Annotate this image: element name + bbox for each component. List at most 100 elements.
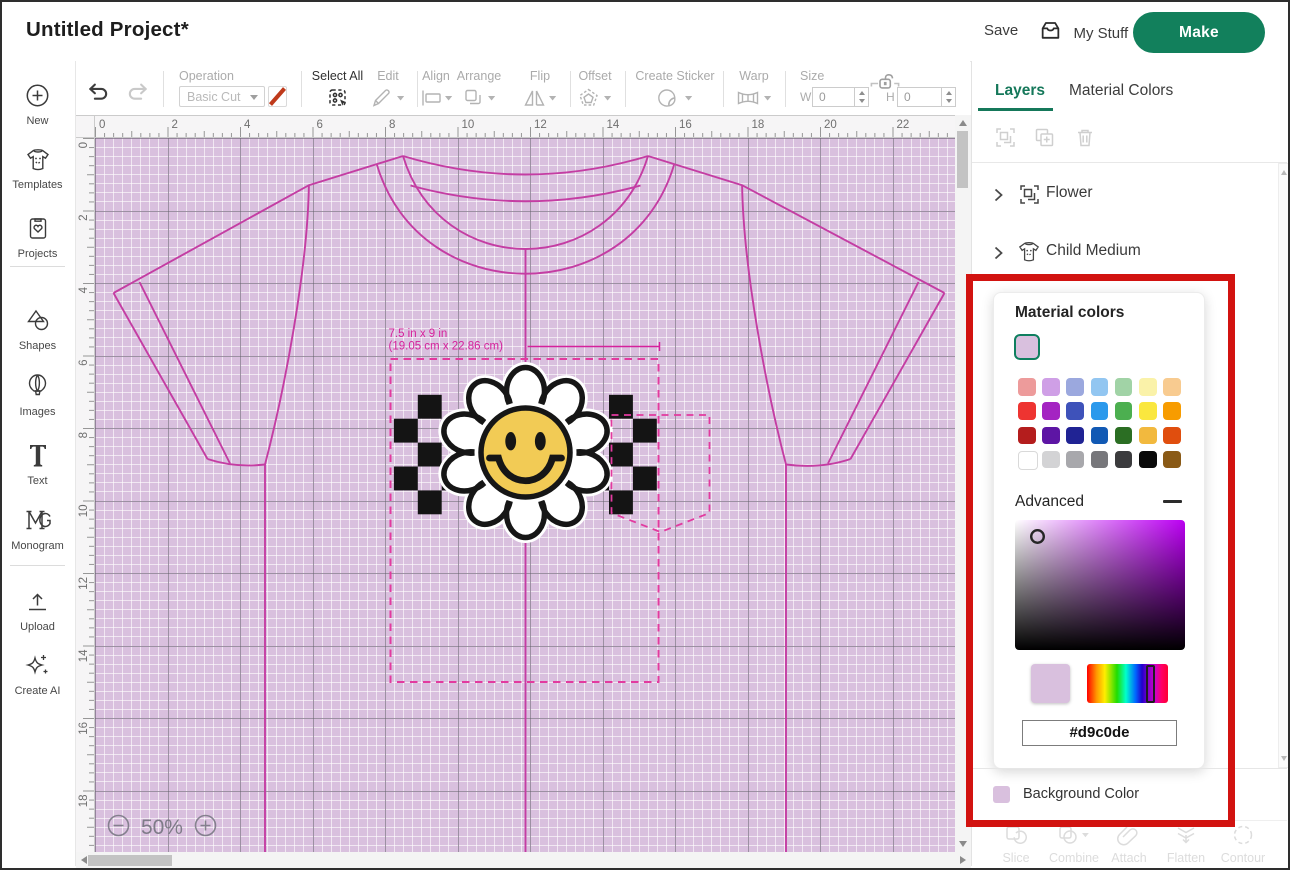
slice-label: Slice bbox=[995, 851, 1037, 865]
images-icon bbox=[26, 386, 49, 403]
select-all-button[interactable]: Select All bbox=[308, 69, 367, 113]
height-stepper-arrows[interactable] bbox=[941, 88, 955, 106]
flip-button[interactable]: Flip bbox=[521, 69, 559, 113]
header: Untitled Project* Save My Stuff Make bbox=[0, 0, 1286, 60]
expand-chevron-icon[interactable] bbox=[994, 188, 1003, 202]
operation-select[interactable]: Basic Cut bbox=[179, 86, 265, 107]
hscroll-right-arrow[interactable] bbox=[960, 856, 966, 864]
vscroll-thumb[interactable] bbox=[957, 131, 968, 188]
attach-button[interactable]: Attach bbox=[1106, 824, 1152, 865]
sidebar-item-projects[interactable]: Projects bbox=[0, 216, 75, 260]
redo-button[interactable] bbox=[126, 83, 148, 106]
panel-scroll-up-arrow[interactable] bbox=[1281, 170, 1287, 175]
layer-group-button[interactable] bbox=[995, 127, 1016, 153]
contour-icon bbox=[1231, 824, 1255, 846]
sidebar-item-label: Text bbox=[0, 475, 75, 487]
layer-name: Child Medium bbox=[1046, 242, 1141, 260]
ruler-number: 8 bbox=[78, 432, 90, 438]
ruler-number: 18 bbox=[78, 795, 90, 808]
ruler-number: 20 bbox=[824, 119, 837, 131]
arrange-icon bbox=[450, 88, 508, 113]
selection-dimensions-line2: (19.05 cm x 22.86 cm) bbox=[388, 341, 503, 353]
templates-icon bbox=[25, 159, 51, 176]
ruler-corner bbox=[76, 115, 95, 138]
slice-icon bbox=[1004, 824, 1028, 846]
toolbar-separator-7 bbox=[785, 71, 786, 107]
vscroll-down-arrow[interactable] bbox=[959, 841, 967, 847]
flip-icon bbox=[521, 88, 559, 113]
canvas-grid[interactable]: 7.5 in x 9 in (19.05 cm x 22.86 cm) 50% bbox=[95, 138, 955, 852]
hscroll-thumb[interactable] bbox=[88, 855, 172, 866]
combine-button[interactable]: Combine bbox=[1048, 824, 1100, 865]
slice-button[interactable]: Slice bbox=[995, 824, 1037, 865]
sidebar-item-upload[interactable]: Upload bbox=[0, 589, 75, 633]
sidebar-item-label: Monogram bbox=[0, 540, 75, 552]
upload-icon bbox=[25, 601, 50, 618]
ruler-number: 0 bbox=[78, 142, 90, 148]
hscroll-left-arrow[interactable] bbox=[81, 856, 87, 864]
width-stepper[interactable]: 0 bbox=[812, 87, 869, 107]
panel-scrollbar[interactable] bbox=[1278, 163, 1289, 768]
project-title[interactable]: Untitled Project* bbox=[26, 18, 189, 42]
ruler-number: 14 bbox=[606, 119, 619, 131]
expand-chevron-icon[interactable] bbox=[994, 246, 1003, 260]
toolbar-separator-2 bbox=[301, 71, 302, 107]
panel-scroll-down-arrow[interactable] bbox=[1281, 756, 1287, 761]
layer-delete-button[interactable] bbox=[1075, 127, 1095, 153]
sidebar-item-monogram[interactable]: Monogram bbox=[0, 507, 75, 552]
my-stuff-label: My Stuff bbox=[1073, 25, 1128, 42]
ruler-number: 8 bbox=[389, 119, 395, 131]
flatten-button[interactable]: Flatten bbox=[1162, 824, 1210, 865]
save-button[interactable]: Save bbox=[984, 22, 1018, 39]
layer-row-flower[interactable]: Flower bbox=[972, 173, 1272, 217]
edit-icon bbox=[368, 88, 408, 113]
my-stuff-icon bbox=[1039, 19, 1062, 47]
sidebar-item-templates[interactable]: Templates bbox=[0, 148, 75, 191]
create-sticker-button[interactable]: Create Sticker bbox=[632, 69, 718, 113]
arrange-label: Arrange bbox=[450, 69, 508, 85]
width-value: 0 bbox=[819, 90, 826, 104]
edit-label: Edit bbox=[368, 69, 408, 85]
contour-button[interactable]: Contour bbox=[1218, 824, 1268, 865]
arrange-button[interactable]: Arrange bbox=[450, 69, 508, 113]
layer-name: Flower bbox=[1046, 184, 1093, 202]
zoom-level: 50% bbox=[141, 816, 183, 839]
sidebar-item-label: Projects bbox=[0, 248, 75, 260]
layer-row-child-medium[interactable]: Child Medium bbox=[972, 231, 1272, 275]
sidebar-item-new[interactable]: New bbox=[0, 83, 75, 127]
ruler-number: 12 bbox=[78, 577, 90, 590]
toolbar-separator-4 bbox=[570, 71, 571, 107]
warp-button[interactable]: Warp bbox=[731, 69, 777, 113]
tshirt-layer-icon bbox=[1017, 241, 1041, 263]
sidebar-item-text[interactable]: Text bbox=[0, 442, 75, 487]
projects-icon bbox=[27, 228, 49, 245]
undo-button[interactable] bbox=[88, 83, 110, 106]
zoom-in-button[interactable] bbox=[194, 814, 217, 842]
zoom-controls: 50% bbox=[107, 814, 218, 842]
my-stuff-button[interactable]: My Stuff bbox=[1039, 19, 1128, 47]
vscroll-up-arrow[interactable] bbox=[959, 120, 967, 126]
sidebar-item-label: New bbox=[0, 115, 75, 127]
ruler-number: 0 bbox=[99, 119, 105, 131]
tab-material-colors[interactable]: Material Colors bbox=[1069, 82, 1173, 100]
tab-layers[interactable]: Layers bbox=[995, 82, 1045, 100]
sidebar-item-create-ai[interactable]: Create AI bbox=[0, 652, 75, 697]
height-label: H bbox=[886, 90, 895, 104]
select-all-icon bbox=[308, 88, 367, 113]
create-sticker-label: Create Sticker bbox=[632, 69, 718, 85]
warp-icon bbox=[731, 88, 777, 113]
sidebar-item-shapes[interactable]: Shapes bbox=[0, 308, 75, 352]
offset-button[interactable]: Offset bbox=[572, 69, 618, 113]
height-stepper[interactable]: 0 bbox=[897, 87, 956, 107]
canvas-hscrollbar[interactable] bbox=[76, 852, 971, 868]
layer-duplicate-button[interactable] bbox=[1034, 127, 1055, 153]
canvas-area: 0246810121416182022 024681012141618 bbox=[76, 115, 972, 868]
new-icon bbox=[25, 95, 50, 112]
operation-caret-icon bbox=[250, 95, 258, 100]
make-button[interactable]: Make bbox=[1133, 12, 1265, 53]
edit-button[interactable]: Edit bbox=[368, 69, 408, 113]
flip-label: Flip bbox=[521, 69, 559, 85]
zoom-out-button[interactable] bbox=[107, 814, 130, 842]
sidebar-item-images[interactable]: Images bbox=[0, 373, 75, 418]
operation-color-swatch[interactable] bbox=[268, 86, 287, 107]
